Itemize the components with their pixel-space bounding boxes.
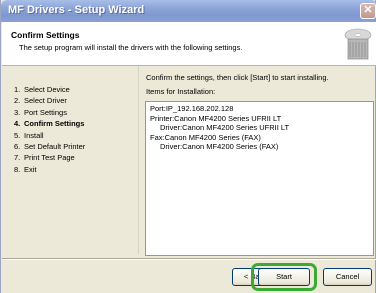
printer-cd-icon bbox=[344, 28, 372, 60]
wizard-steps: 1. Select Device 2. Select Driver 3. Port S… bbox=[14, 84, 85, 175]
step-select-device: 1. Select Device bbox=[14, 85, 70, 94]
step-select-driver: 2. Select Driver bbox=[14, 96, 67, 106]
page-subtitle: The setup program will install the drive… bbox=[19, 43, 243, 52]
page-title: Confirm Settings bbox=[11, 30, 80, 40]
list-item: Port:IP_192.168.202.128 bbox=[150, 104, 234, 113]
list-item: Driver:Canon MF4200 Series UFRII LT bbox=[160, 123, 290, 132]
items-label: Items for Installation: bbox=[146, 87, 216, 96]
step-exit: 8. Exit bbox=[14, 164, 37, 174]
close-icon: ✕ bbox=[363, 4, 373, 16]
setup-wizard-window: MF Drivers - Setup Wizard ✕ Confirm Sett… bbox=[0, 0, 376, 293]
close-button[interactable]: ✕ bbox=[360, 3, 376, 19]
wizard-header: Confirm Settings The setup program will … bbox=[2, 22, 376, 66]
instruction-text: Confirm the settings, then click [Start]… bbox=[146, 73, 329, 82]
step-install: 5. Install bbox=[14, 130, 44, 140]
horizontal-divider bbox=[2, 258, 376, 260]
vertical-divider bbox=[138, 66, 139, 254]
cancel-button[interactable]: Cancel bbox=[323, 268, 372, 286]
step-confirm-settings: 4. Confirm Settings bbox=[14, 119, 85, 129]
list-item: Printer:Canon MF4200 Series UFRII LT bbox=[150, 113, 282, 123]
step-port-settings: 3. Port Settings bbox=[14, 107, 67, 117]
installation-items-list[interactable]: Port:IP_192.168.202.128 Printer:Canon MF… bbox=[145, 101, 374, 256]
window-title: MF Drivers - Setup Wizard bbox=[8, 4, 145, 16]
list-item: Fax:Canon MF4200 Series (FAX) bbox=[150, 132, 261, 142]
list-item: Driver:Canon MF4200 Series (FAX) bbox=[160, 142, 279, 151]
step-set-default-printer: 6. Set Default Printer bbox=[14, 142, 86, 152]
title-bar: MF Drivers - Setup Wizard ✕ bbox=[1, 0, 376, 22]
step-print-test-page: 7. Print Test Page bbox=[14, 153, 75, 163]
start-button[interactable]: Start bbox=[258, 268, 310, 286]
